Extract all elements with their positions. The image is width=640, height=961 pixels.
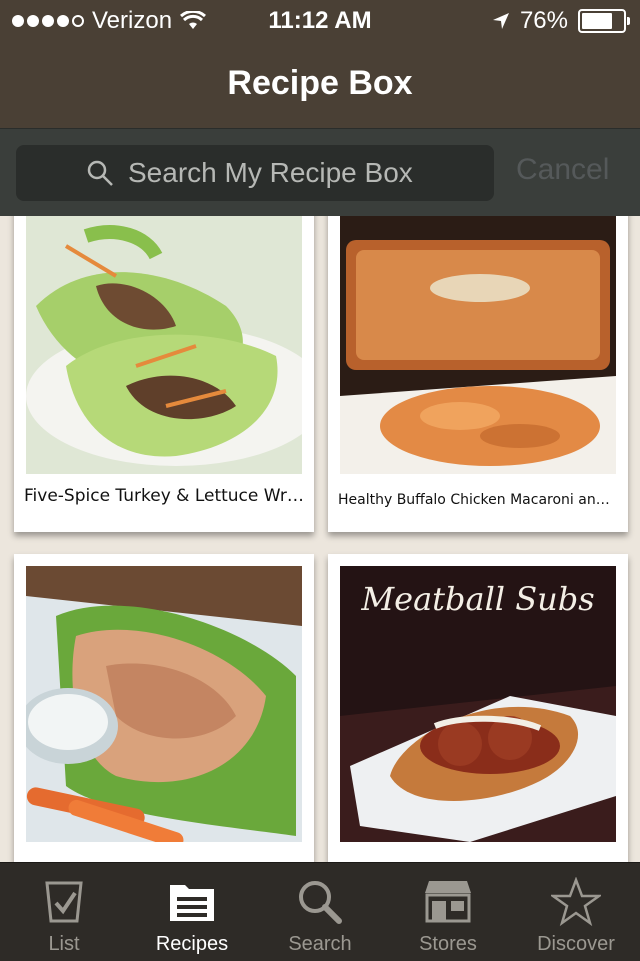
navigation-bar: Recipe Box [0,40,640,128]
tab-label: Recipes [155,933,229,955]
cancel-button[interactable]: Cancel [516,153,609,187]
battery-icon [578,9,630,33]
recipe-card[interactable]: Healthy Buffalo Chicken Macaroni and Ch.… [328,216,628,532]
store-icon [425,881,471,923]
tab-recipes[interactable]: Recipes [128,863,256,961]
search-icon [87,160,113,186]
recipe-photo [26,216,302,474]
tab-discover[interactable]: Discover [512,863,640,961]
tab-label: List [48,933,80,955]
recipe-grid: Five-Spice Turkey & Lettuce Wraps Health… [0,216,640,862]
search-input[interactable]: Search My Recipe Box [16,145,494,201]
tab-bar: List Recipes Search Stores Discover [0,862,640,961]
battery-percent: 76% [519,7,568,34]
tab-label: Search [288,933,352,955]
search-placeholder: Search My Recipe Box [128,157,413,188]
tab-label: Discover [537,933,615,955]
tab-search[interactable]: Search [256,863,384,961]
page-title: Recipe Box [227,64,413,102]
list-check-icon [45,881,83,923]
star-icon [551,877,601,927]
recipe-photo [340,216,616,474]
recipe-card[interactable]: Meatball Subs [328,554,628,862]
status-right: 76% [492,7,630,35]
recipe-title: Healthy Buffalo Chicken Macaroni and Ch.… [338,492,618,508]
recipe-photo [26,566,302,842]
tab-list[interactable]: List [0,863,128,961]
recipe-title: Five-Spice Turkey & Lettuce Wraps [24,486,304,506]
location-arrow-icon [492,13,509,29]
image-overlay-text: Meatball Subs [360,580,594,618]
recipe-card[interactable]: Five-Spice Turkey & Lettuce Wraps [14,216,314,532]
search-bar: Search My Recipe Box Cancel [0,128,640,217]
recipe-card[interactable] [14,554,314,862]
status-bar: Verizon 11:12 AM 76% [0,0,640,40]
tab-stores[interactable]: Stores [384,863,512,961]
tab-label: Stores [419,933,477,955]
recipe-card-icon [170,885,214,921]
recipe-photo: Meatball Subs [340,566,616,842]
search-icon [299,881,342,924]
